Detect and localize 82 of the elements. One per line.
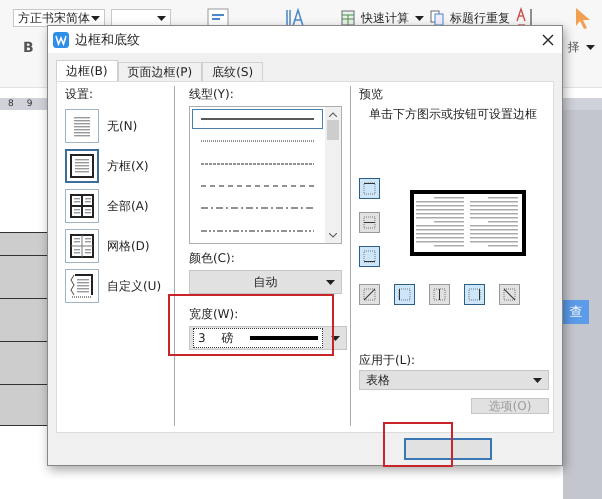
- table-cell: [0, 232, 47, 255]
- border-position-icon: [361, 248, 378, 265]
- tab[interactable]: 页面边框(P): [118, 62, 202, 81]
- caret-icon: [586, 45, 595, 50]
- table-cell: [0, 255, 47, 298]
- tab[interactable]: 底纹(S): [202, 62, 264, 81]
- border-position-icon: [431, 286, 448, 303]
- border-position-icon: [396, 286, 413, 303]
- highlight-frame: [383, 422, 453, 467]
- line-pattern-icon: [201, 185, 314, 188]
- caret-icon: [91, 16, 100, 20]
- scrollbar[interactable]: [325, 107, 341, 243]
- setting-option[interactable]: [65, 269, 99, 303]
- line-style-label: 线型(Y):: [189, 86, 235, 103]
- tab[interactable]: 边框(B): [56, 60, 118, 81]
- table-icon[interactable]: [341, 10, 355, 26]
- line-style-option[interactable]: [192, 109, 323, 130]
- border-position-icon: [466, 286, 483, 303]
- scroll-up-icon[interactable]: [329, 112, 337, 117]
- copy-icon[interactable]: [430, 10, 444, 26]
- preview-label: 预览: [359, 86, 384, 103]
- window-title: 边框和底纹: [75, 32, 141, 48]
- custom-border-icon: [69, 273, 95, 299]
- setting-label: 无(N): [107, 118, 138, 134]
- border-position-icon: [361, 286, 378, 303]
- border-toggle-button[interactable]: [394, 284, 415, 305]
- setting-label: 网格(D): [107, 238, 150, 254]
- grid-border-icon: [69, 233, 95, 259]
- table-cell: [0, 384, 47, 425]
- scroll-down-icon[interactable]: [329, 233, 337, 238]
- settings-label: 设置:: [65, 86, 94, 103]
- border-toggle-button[interactable]: [499, 284, 520, 305]
- line-pattern-icon: [201, 162, 314, 165]
- border-toggle-button[interactable]: [359, 212, 380, 233]
- apply-to-label: 应用于(L):: [359, 352, 416, 369]
- border-position-icon: [361, 214, 378, 231]
- bold-button[interactable]: B: [23, 40, 34, 56]
- color-dropdown[interactable]: 自动: [189, 270, 342, 294]
- box-border-icon: [69, 153, 95, 179]
- dialog-button[interactable]: [404, 438, 492, 460]
- setting-option[interactable]: [65, 229, 99, 263]
- border-position-icon: [361, 180, 378, 197]
- setting-option[interactable]: [65, 189, 99, 223]
- setting-label: 全部(A): [107, 198, 149, 214]
- setting-label: 方框(X): [107, 158, 149, 174]
- scroll-thumb[interactable]: [327, 120, 339, 140]
- border-position-icon: [501, 286, 518, 303]
- setting-option[interactable]: [65, 149, 99, 183]
- line-style-list[interactable]: [189, 106, 342, 244]
- setting-label: 自定义(U): [107, 278, 162, 294]
- caret-icon: [326, 280, 335, 284]
- repeat-header-button[interactable]: 标题行重复: [450, 10, 510, 26]
- text-style-icon[interactable]: [285, 8, 305, 28]
- line-pattern-icon: [201, 230, 314, 232]
- line-pattern-icon: [201, 118, 314, 120]
- caret-icon: [533, 378, 542, 382]
- ruler-number: 8: [8, 99, 14, 109]
- all-border-icon: [69, 193, 95, 219]
- preview-hint: 单击下方图示或按钮可设置边框: [369, 106, 538, 123]
- table-cell: [0, 298, 47, 341]
- align-icon[interactable]: [207, 8, 229, 28]
- border-toggle-button[interactable]: [359, 246, 380, 267]
- border-toggle-button[interactable]: [429, 284, 450, 305]
- line-pattern-icon: [201, 140, 314, 142]
- app-logo-icon: [53, 32, 69, 48]
- border-toggle-button[interactable]: [359, 284, 380, 305]
- select-button[interactable]: 择: [568, 39, 580, 56]
- font-combo[interactable]: 方正书宋简体: [13, 9, 105, 27]
- color-label: 颜色(C):: [189, 250, 236, 267]
- caret-icon: [157, 16, 166, 20]
- border-toggle-button[interactable]: [359, 178, 380, 199]
- caret-icon: [331, 336, 340, 340]
- width-label: 宽度(W):: [189, 306, 240, 323]
- quick-calc-button[interactable]: 快速计算: [361, 10, 409, 26]
- close-icon[interactable]: [542, 34, 554, 46]
- width-dropdown[interactable]: 3 磅: [189, 326, 347, 350]
- caret-icon: [415, 16, 424, 20]
- line-pattern-icon: [201, 207, 314, 210]
- table-cell: [0, 341, 47, 384]
- border-toggle-button[interactable]: [464, 284, 485, 305]
- apply-to-dropdown[interactable]: 表格: [359, 370, 549, 390]
- ruler-number: 9: [26, 99, 32, 109]
